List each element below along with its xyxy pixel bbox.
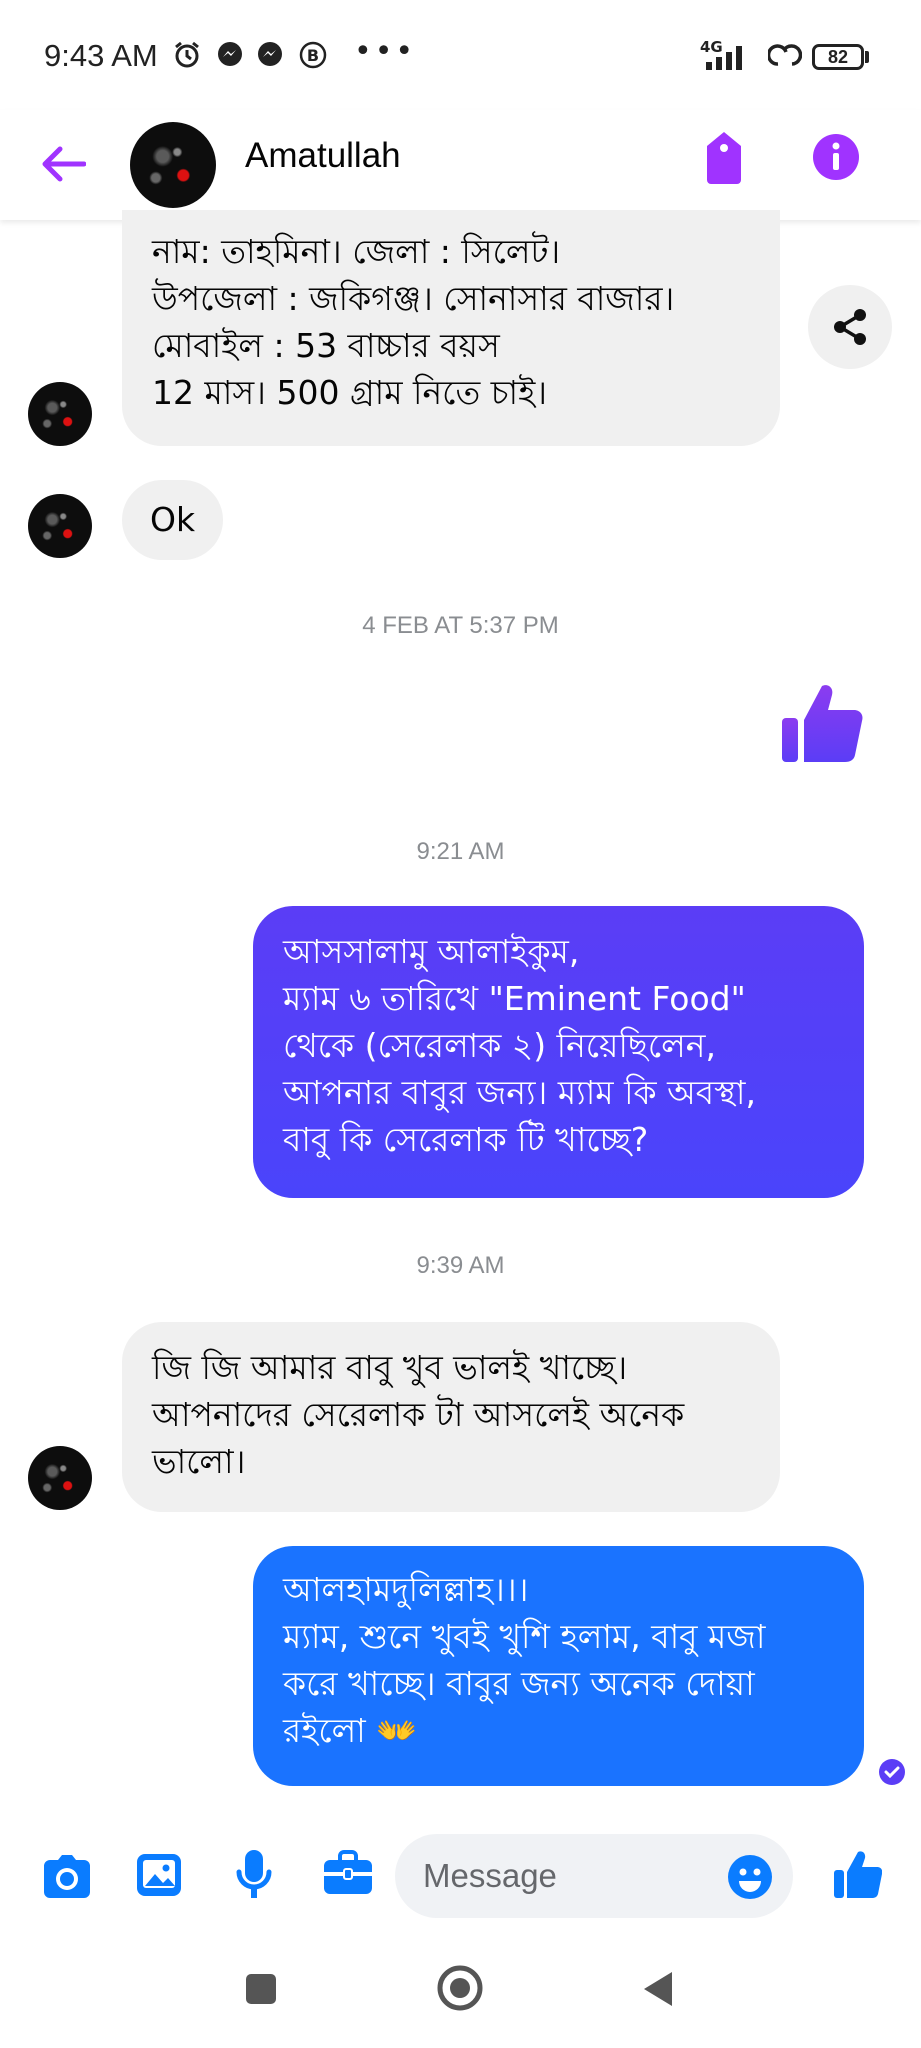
messenger-icon [256,40,286,70]
recent-apps-icon[interactable] [244,1972,278,2010]
b-badge-icon: B [298,40,328,70]
camera-icon[interactable] [40,1854,94,1904]
outgoing-message[interactable]: আলহামদুলিল্লাহ।।। ম্যাম, শুনে খুবই খুশি … [253,1546,864,1786]
sender-avatar[interactable] [28,1446,92,1510]
like-sticker-icon[interactable] [778,678,868,772]
info-icon[interactable] [811,132,861,186]
signal-icon [700,44,742,74]
contact-avatar[interactable] [130,122,216,208]
contact-name[interactable]: Amatullah [245,136,401,176]
back-arrow-icon[interactable] [40,144,87,188]
gallery-icon[interactable] [135,1852,183,1902]
messenger-icon [216,40,246,70]
more-dots-icon: ••• [354,34,417,69]
back-icon[interactable] [642,1970,674,2012]
share-button[interactable] [808,285,892,369]
incoming-message[interactable]: নাম: তাহমিনা। জেলা : সিলেট। উপজেলা : জকি… [122,210,780,446]
incoming-message[interactable]: জি জি আমার বাবু খুব ভালই খাচ্ছে। আপনাদের… [122,1322,780,1512]
status-time: 9:43 AM [44,38,158,73]
microphone-icon[interactable] [236,1848,272,1906]
tag-icon[interactable] [703,130,745,190]
timestamp: 9:39 AM [416,1252,505,1279]
incoming-message[interactable]: Ok [122,480,224,560]
hotspot-icon [766,42,803,72]
conversation-header: Amatullah [0,110,921,220]
emoji-icon[interactable] [727,1854,773,1904]
battery-icon: 82 [812,44,864,70]
sender-avatar[interactable] [28,494,92,558]
navigation-bar [0,1920,921,2048]
seen-check-icon [878,1758,906,1790]
alarm-icon [172,40,202,70]
status-bar: 9:43 AM B ••• 4G 82 [0,0,921,110]
timestamp: 9:21 AM [416,838,505,865]
timestamp: 4 FEB AT 5:37 PM [362,612,559,639]
outgoing-message[interactable]: আসসালামু আলাইকুম, ম্যাম ৬ তারিখে "Eminen… [253,906,864,1198]
share-icon [830,307,870,351]
battery-nub [865,51,869,63]
sender-avatar[interactable] [28,382,92,446]
composer-bar [0,1810,921,1920]
briefcase-icon[interactable] [322,1850,374,1902]
home-icon[interactable] [436,1964,484,2016]
like-icon[interactable] [832,1848,883,1904]
svg-text:B: B [307,46,319,65]
